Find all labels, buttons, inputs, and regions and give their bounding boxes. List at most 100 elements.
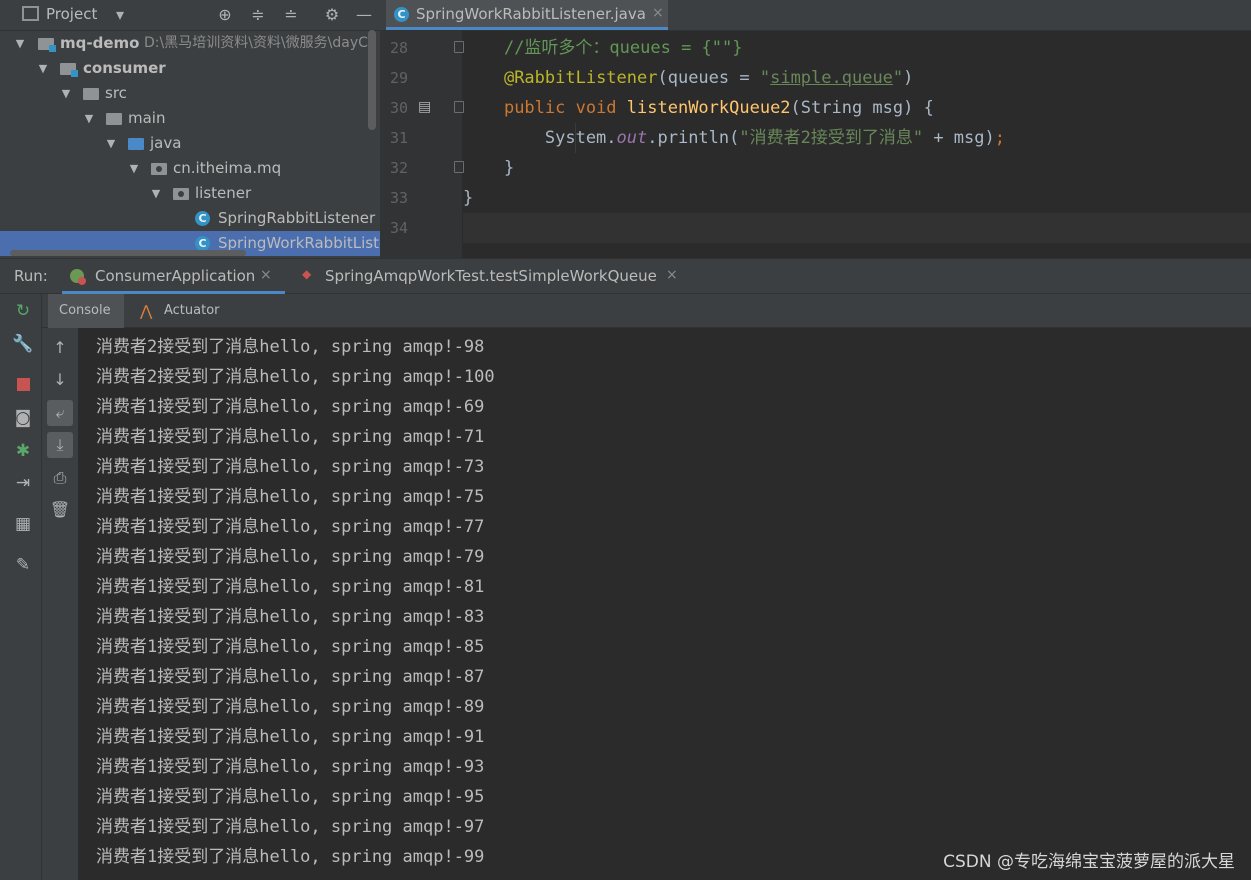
horizontal-scrollbar[interactable]	[10, 250, 246, 256]
console-toolbar: ↑ ↓ ⤶ ⤓ ⎙ 🗑	[42, 328, 78, 880]
code-area[interactable]: //监听多个：queues = {""} @RabbitListener(que…	[463, 31, 1251, 258]
editor-tab-active[interactable]: C SpringWorkRabbitListener.java ×	[386, 0, 668, 30]
tree-item-listener[interactable]: ▼ listener	[0, 181, 380, 206]
collapse-all-icon[interactable]: ≐	[281, 5, 301, 25]
code-token: + msg)	[923, 128, 995, 148]
tree-item-spring-rabbit-listener[interactable]: C SpringRabbitListener	[0, 206, 380, 231]
trash-icon[interactable]: 🗑	[47, 497, 73, 523]
pin-icon[interactable]: ✎	[12, 554, 34, 576]
project-panel-header: Project ▾ ⊕ ≑ ≐ ⚙ —	[0, 0, 380, 31]
console-output[interactable]: 消费者2接受到了消息hello, spring amqp!-98 消费者2接受到…	[78, 328, 1251, 880]
vertical-scrollbar[interactable]	[368, 30, 376, 130]
editor: C SpringWorkRabbitListener.java × 28 29 …	[380, 0, 1251, 258]
minimize-icon[interactable]: —	[354, 5, 374, 25]
tree-item-label: SpringRabbitListener	[218, 209, 376, 227]
module-folder-icon	[38, 38, 56, 52]
gear-icon[interactable]: ⚙	[322, 5, 342, 25]
close-icon[interactable]: ×	[652, 5, 664, 21]
console-line: 消费者1接受到了消息hello, spring amqp!-87	[96, 667, 485, 687]
project-title[interactable]: Project	[46, 5, 97, 23]
tab-actuator[interactable]: ⋀ Actuator	[132, 294, 232, 328]
bean-method-icon[interactable]: ▤	[418, 99, 431, 115]
debug-icon[interactable]: ✱	[12, 440, 34, 462]
code-token: listenWorkQueue2	[626, 98, 791, 118]
module-folder-icon	[60, 63, 78, 77]
tree-item-mq-demo[interactable]: ▼ mq-demo D:\黑马培训资料\资料\微服务\dayC	[0, 31, 380, 56]
run-tab-spring-amqp-work-test[interactable]: ◆ SpringAmqpWorkTest.testSimpleWorkQueue…	[296, 259, 686, 294]
tab-console[interactable]: Console	[48, 294, 124, 328]
run-tab-consumer-application[interactable]: ConsumerApplication ×	[62, 259, 285, 294]
chevron-down-icon[interactable]: ▼	[150, 181, 162, 206]
tab-label: Actuator	[164, 303, 220, 318]
class-icon: C	[195, 211, 210, 226]
wrench-icon[interactable]: 🔧	[12, 333, 34, 355]
code-line[interactable]: @RabbitListener(queues = "simple.queue")	[463, 63, 1251, 93]
tree-item-java[interactable]: ▼ java	[0, 131, 380, 156]
editor-gutter: 28 29 30 31 32 33 34 ▤	[380, 31, 464, 258]
line-number: 33	[389, 189, 408, 207]
tree-item-package[interactable]: ▼ cn.itheima.mq	[0, 156, 380, 181]
layout-icon[interactable]: ▦	[12, 513, 34, 535]
camera-icon[interactable]: ◙	[12, 407, 34, 429]
console-line: 消费者1接受到了消息hello, spring amqp!-85	[96, 637, 485, 657]
run-tool-window-header: Run: ConsumerApplication × ◆ SpringAmqpW…	[0, 258, 1251, 294]
console-line: 消费者1接受到了消息hello, spring amqp!-71	[96, 427, 485, 447]
code-token: "消费者2接受到了消息"	[739, 128, 924, 148]
arrow-down-icon[interactable]: ↓	[47, 367, 73, 393]
code-token: "	[759, 68, 771, 88]
package-icon	[173, 188, 189, 200]
tree-item-label: cn.itheima.mq	[173, 159, 282, 177]
tree-item-src[interactable]: ▼ src	[0, 81, 380, 106]
chevron-down-icon[interactable]: ▼	[14, 31, 26, 56]
tree-item-consumer[interactable]: ▼ consumer	[0, 56, 380, 81]
folder-icon	[83, 88, 99, 100]
close-icon[interactable]: ×	[666, 267, 678, 283]
code-token: "	[892, 68, 904, 88]
tree-item-main[interactable]: ▼ main	[0, 106, 380, 131]
code-line[interactable]: System.out.println("消费者2接受到了消息" + msg);	[463, 123, 1251, 153]
arrow-up-icon[interactable]: ↑	[47, 335, 73, 361]
chevron-down-icon[interactable]: ▼	[60, 81, 72, 106]
exit-icon[interactable]: ⇥	[12, 472, 34, 494]
console-line: 消费者1接受到了消息hello, spring amqp!-75	[96, 487, 485, 507]
chevron-down-icon[interactable]: ▼	[83, 106, 95, 131]
code-token: (queues =	[657, 68, 760, 88]
code-line[interactable]: }	[463, 183, 1251, 213]
console-line: 消费者1接受到了消息hello, spring amqp!-89	[96, 697, 485, 717]
close-icon[interactable]: ×	[260, 267, 272, 283]
code-line[interactable]	[463, 213, 1251, 243]
chevron-down-icon[interactable]: ▾	[110, 5, 130, 25]
source-folder-icon	[128, 138, 144, 150]
crosshair-icon[interactable]: ⊕	[215, 5, 235, 25]
soft-wrap-icon[interactable]: ⤶	[47, 400, 73, 426]
code-line[interactable]: }	[463, 153, 1251, 183]
code-token: )	[903, 68, 914, 88]
tree-item-label: java	[150, 134, 182, 152]
code-token: }	[463, 188, 474, 208]
chevron-down-icon[interactable]: ▼	[128, 156, 140, 181]
chevron-down-icon[interactable]: ▼	[105, 131, 117, 156]
code-token: out	[616, 128, 648, 148]
console-line: 消费者1接受到了消息hello, spring amqp!-93	[96, 757, 485, 777]
console-line: 消费者1接受到了消息hello, spring amqp!-79	[96, 547, 485, 567]
folder-icon	[106, 113, 122, 125]
code-line[interactable]: //监听多个：queues = {""}	[463, 33, 1251, 63]
print-icon[interactable]: ⎙	[47, 465, 73, 491]
run-label: Run:	[14, 267, 48, 285]
tree-item-label: src	[105, 84, 127, 102]
scroll-to-end-icon[interactable]: ⤓	[47, 432, 73, 458]
console-line: 消费者1接受到了消息hello, spring amqp!-95	[96, 787, 485, 807]
line-number: 31	[389, 129, 408, 147]
project-window-icon	[22, 6, 39, 21]
tab-label: Console	[59, 303, 111, 318]
editor-tab-bar: C SpringWorkRabbitListener.java ×	[380, 0, 1251, 31]
code-token: @RabbitListener	[503, 68, 658, 88]
stop-icon[interactable]	[12, 373, 34, 395]
rerun-icon[interactable]: ↻	[12, 300, 34, 322]
run-tab-label: ConsumerApplication	[95, 267, 256, 285]
project-panel: Project ▾ ⊕ ≑ ≐ ⚙ — ▼ mq-demo D:\黑马培训资料\…	[0, 0, 380, 258]
code-line[interactable]: public void listenWorkQueue2(String msg)…	[463, 93, 1251, 123]
chevron-down-icon[interactable]: ▼	[37, 56, 49, 81]
expand-all-icon[interactable]: ≑	[248, 5, 268, 25]
